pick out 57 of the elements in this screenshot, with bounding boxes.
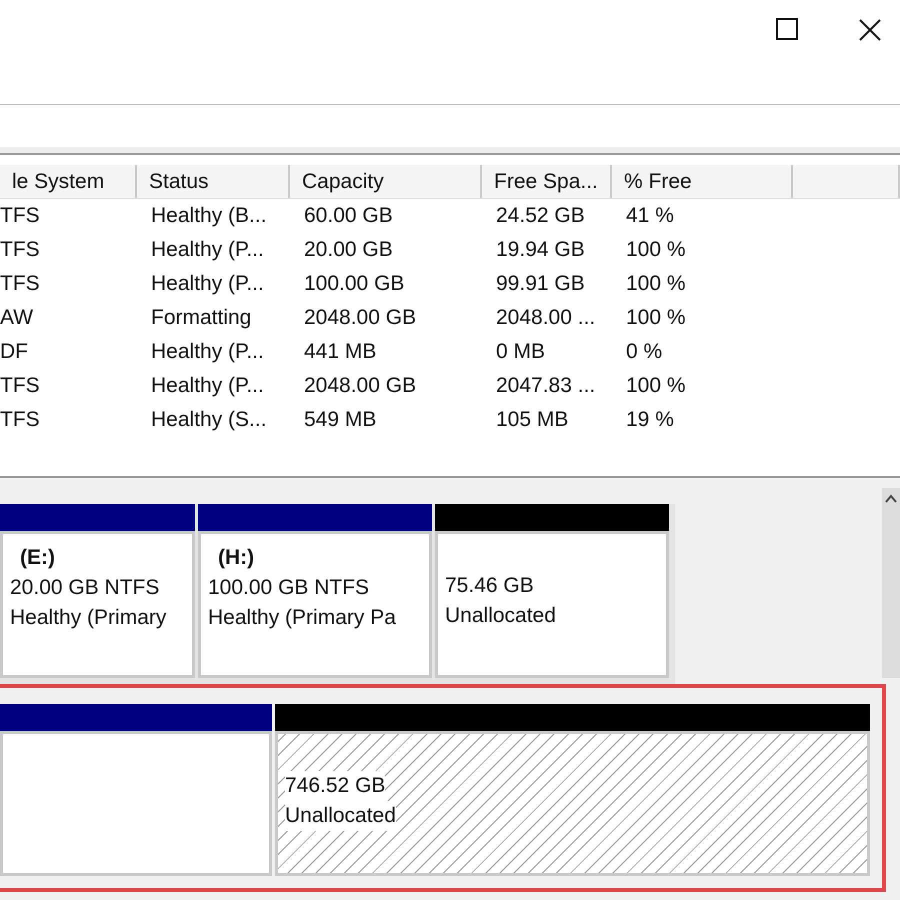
maximize-icon[interactable] [776, 18, 798, 40]
close-icon[interactable] [858, 18, 882, 42]
table-cell-text: Formatting [150, 305, 252, 331]
table-cell-text: 0 % [625, 339, 664, 365]
table-cell-text: 2048.00 GB [303, 305, 418, 331]
partition-text: (E:) [19, 545, 55, 571]
partition-block[interactable]: 746.52 GB Unallocated [275, 731, 870, 876]
table-cell-text: Healthy (P... [150, 373, 265, 399]
table-cell-text: Healthy (B... [150, 203, 268, 229]
partition-block[interactable]: 75.46 GB Unallocated [435, 531, 669, 678]
table-cell-text: Healthy (P... [150, 339, 265, 365]
table-cell-text: TFS [0, 203, 41, 229]
table-cell-text: 549 MB [303, 407, 378, 433]
partition-text: Healthy (Primary Pa [208, 605, 396, 631]
table-cell-text: Healthy (P... [150, 271, 265, 297]
table-cell-text: 19 % [625, 407, 675, 433]
table-cell-text: 100 % [625, 237, 687, 263]
table-cell-text: 20.00 GB [303, 237, 394, 263]
table-cell-text: 100 % [625, 305, 687, 331]
table-cell-text: 105 MB [495, 407, 570, 433]
scrollbar[interactable] [882, 488, 900, 678]
table-cell-text: 2048.00 GB [303, 373, 418, 399]
partition-text: Unallocated [285, 801, 396, 831]
table-cell-text: TFS [0, 271, 41, 297]
partition-block[interactable]: (E:) 20.00 GB NTFS Healthy (Primary [0, 531, 195, 678]
partition-text: Unallocated [445, 603, 556, 629]
table-cell-text: TFS [0, 407, 41, 433]
table-cell-text: 100.00 GB [303, 271, 406, 297]
partition-text: 20.00 GB NTFS [10, 575, 160, 601]
table-cell-text: 41 % [625, 203, 675, 229]
table-cell-text: Healthy (S... [150, 407, 268, 433]
table-cell-text: 19.94 GB [495, 237, 586, 263]
table-cell-text: DF [0, 339, 29, 365]
partition-text: Healthy (Primary [10, 605, 166, 631]
column-header[interactable]: le System [0, 165, 137, 198]
table-cell-text: 60.00 GB [303, 203, 394, 229]
table-cell-text: 2048.00 ... [495, 305, 596, 331]
partition-text: 100.00 GB NTFS [208, 575, 370, 601]
table-cell-text: 2047.83 ... [495, 373, 596, 399]
table-cell-text: Healthy (P... [150, 237, 265, 263]
partition-text: (H:) [217, 545, 254, 571]
table-cell-text: 0 MB [495, 339, 546, 365]
partition-text: 746.52 GB [285, 771, 386, 801]
table-cell-text: 24.52 GB [495, 203, 586, 229]
partition-block[interactable]: (H:) 100.00 GB NTFS Healthy (Primary Pa [198, 531, 432, 678]
table-cell-text: 100 % [625, 373, 687, 399]
column-header[interactable]: Status [137, 165, 290, 198]
table-cell-text: TFS [0, 237, 41, 263]
column-header[interactable]: Free Spa... [482, 165, 612, 198]
table-cell-text: TFS [0, 373, 41, 399]
table-cell-text: AW [0, 305, 34, 331]
partition-text: 75.46 GB [445, 573, 534, 599]
table-cell-text: 441 MB [303, 339, 378, 365]
column-header[interactable]: Capacity [290, 165, 482, 198]
table-cell-text: 99.91 GB [495, 271, 586, 297]
table-cell-text: 100 % [625, 271, 687, 297]
column-header[interactable]: % Free [612, 165, 793, 198]
